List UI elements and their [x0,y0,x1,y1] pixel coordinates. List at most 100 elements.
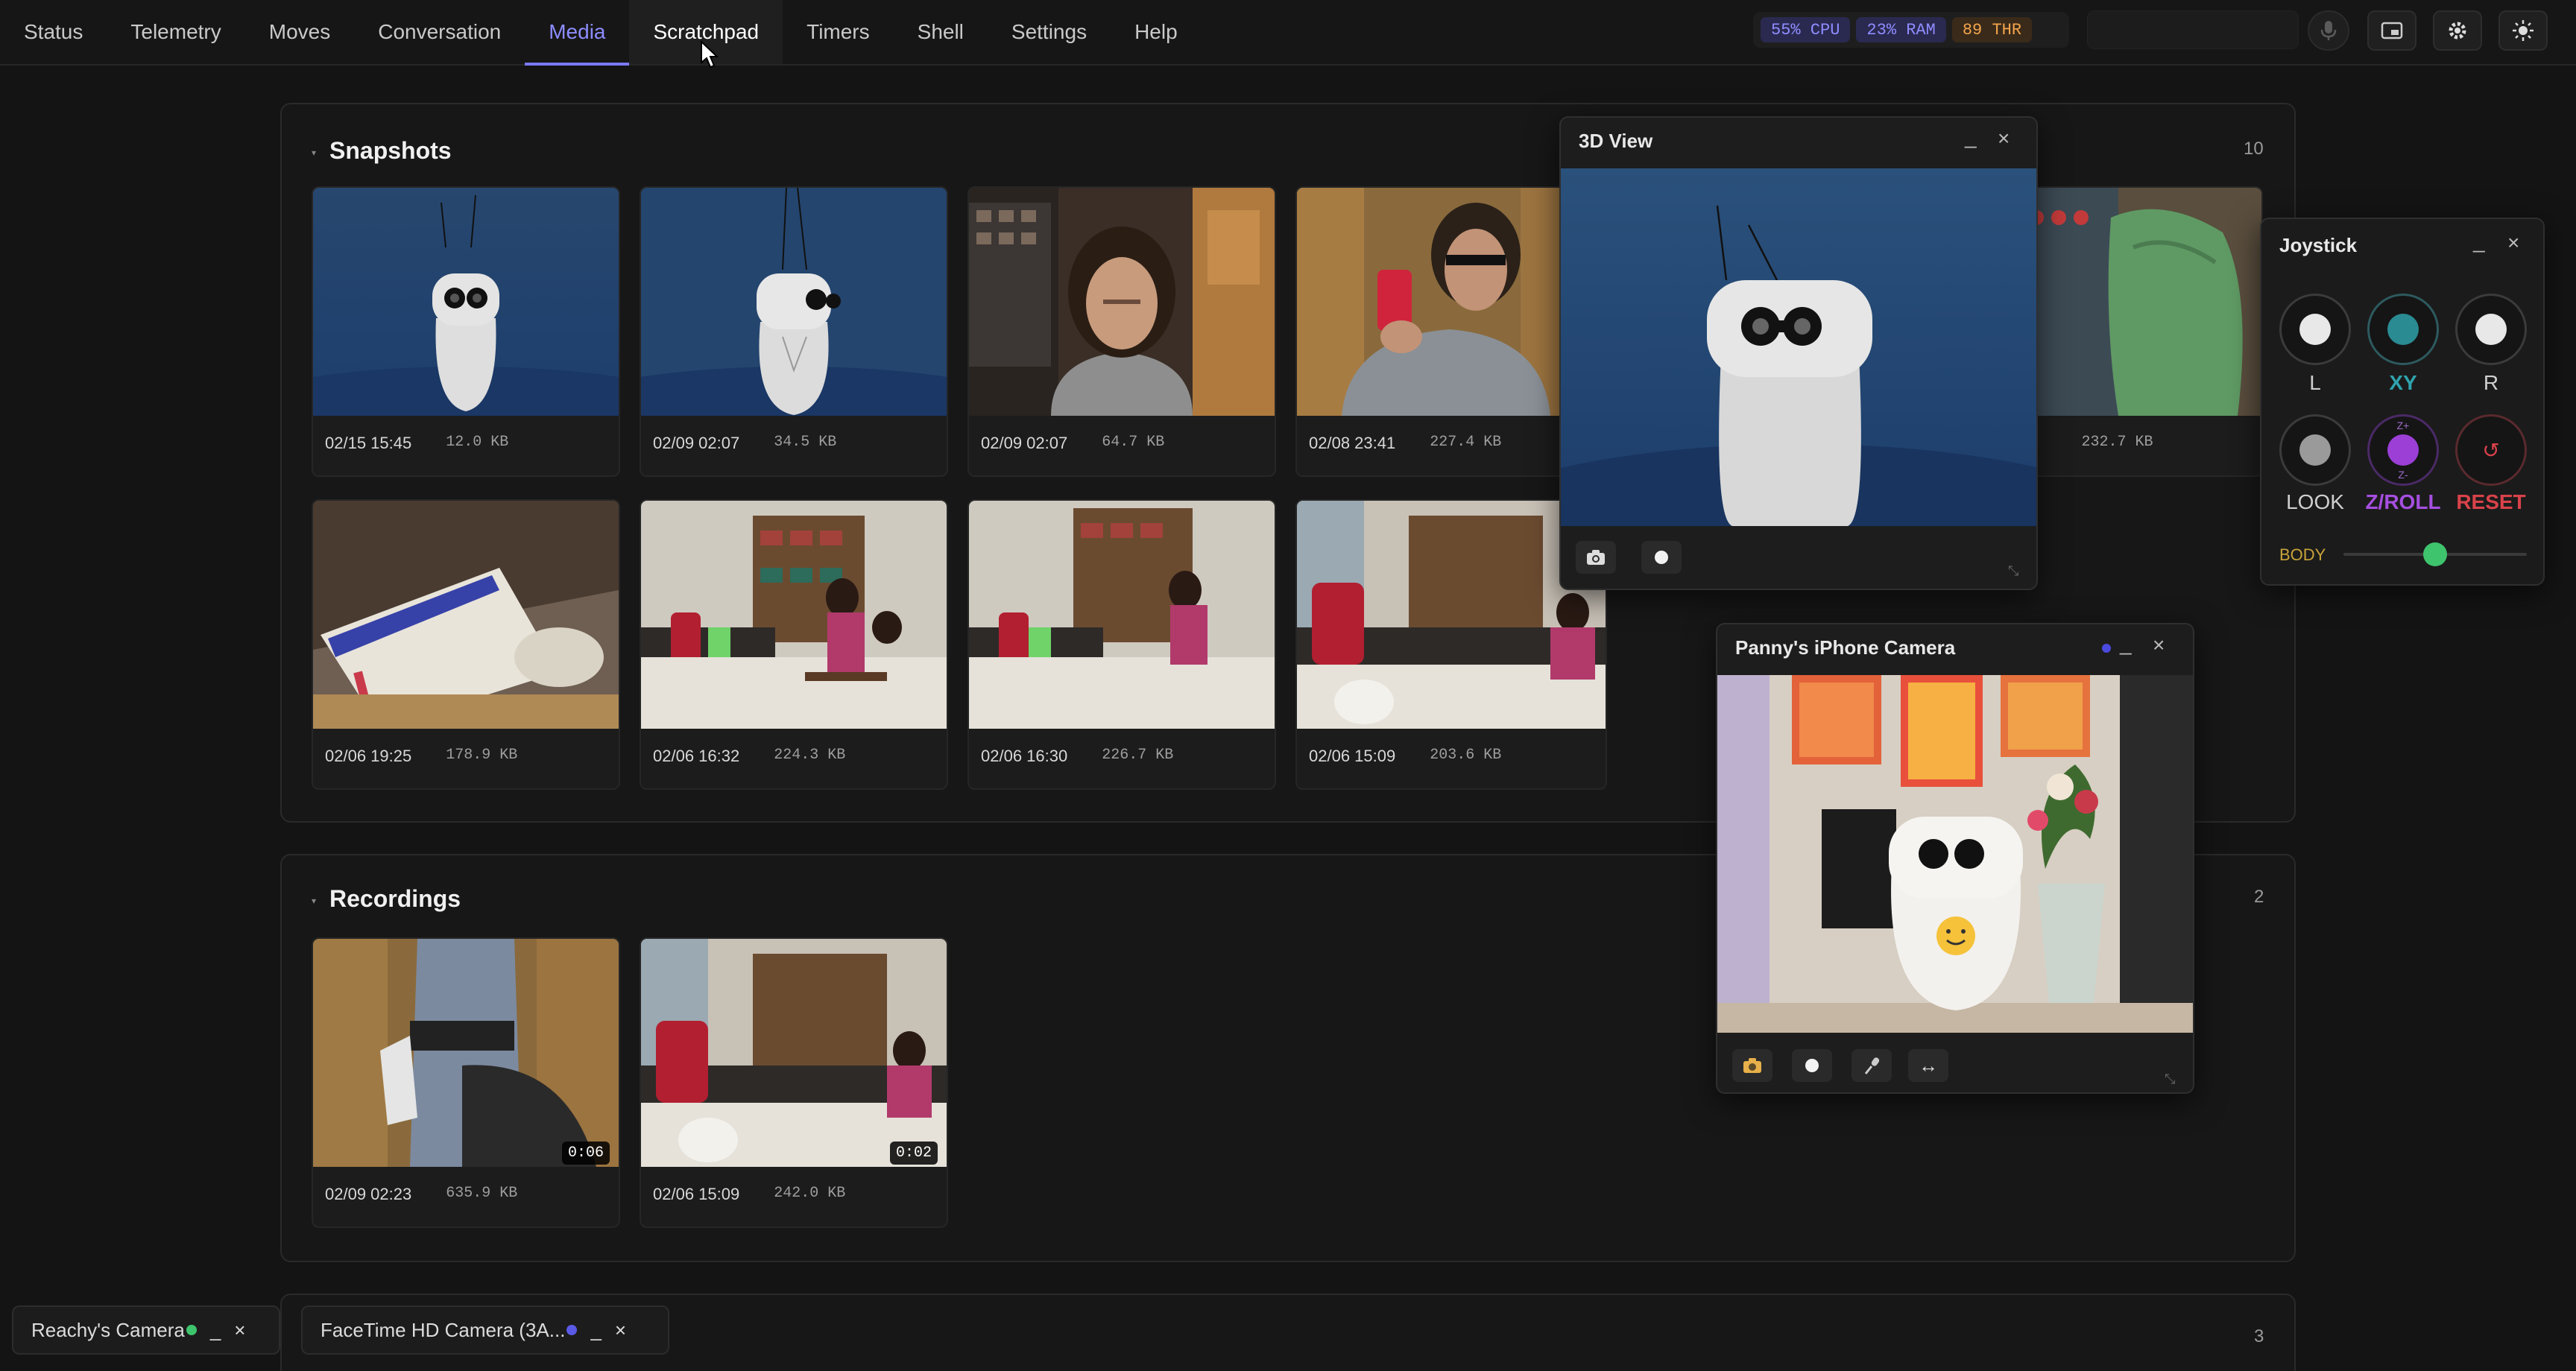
tray-window-label: FaceTime HD Camera (3A... [321,1318,566,1341]
close-button[interactable]: × [2507,231,2519,255]
recording-video-thumbnail [641,939,947,1167]
picture-in-picture-button[interactable] [2367,10,2416,51]
minimized-window-reachys-camera[interactable]: Reachy's Camera _ × [12,1305,280,1355]
close-button[interactable]: × [234,1319,245,1342]
minimize-button[interactable]: _ [2473,229,2485,253]
sun-icon [2513,20,2534,41]
snapshot-card[interactable]: 02/06 16:32 224.3 KB [640,499,948,790]
tab-moves[interactable]: Moves [245,0,354,64]
xy-joystick-label: XY [2389,371,2417,394]
snapshot-meta: 42232.7 KB [2018,434,2153,452]
tab-media[interactable]: Media [525,0,630,66]
tab-timers[interactable]: Timers [783,0,894,64]
tab-conversation[interactable]: Conversation [354,0,525,64]
close-button[interactable]: × [615,1319,626,1342]
recording-meta: 02/09 02:23 635.9 KB [325,1185,518,1203]
system-stats: 55% CPU 23% RAM 89 THR [1753,12,2069,48]
snapshot-card[interactable]: 02/08 23:41 227.4 KB [1295,186,1604,477]
recordings-title: Recordings [329,885,461,912]
recordings-count: 2 [2254,887,2264,907]
snapshot-card[interactable]: 02/06 16:30 226.7 KB [967,499,1276,790]
tab-help[interactable]: Help [1111,0,1202,64]
ram-badge: 23% RAM [1856,17,1946,42]
tab-status[interactable]: Status [0,0,107,64]
search-input[interactable] [2087,10,2299,49]
body-slider-track[interactable] [2343,542,2527,566]
reset-button[interactable]: ↺ [2455,414,2527,486]
iphone-camera-feed[interactable] [1717,675,2193,1033]
snapshot-card[interactable]: 42232.7 KB [2005,186,2263,477]
restore-button[interactable]: _ [590,1319,601,1342]
resize-handle-icon[interactable]: ⤡ [2165,1071,2175,1087]
recording-duration: 0:06 [561,1142,610,1165]
camera-icon [1743,1058,1761,1073]
look-joystick[interactable] [2279,414,2351,486]
minimized-window-facetime-camera[interactable]: FaceTime HD Camera (3A... _ × [301,1305,669,1355]
right-joystick[interactable] [2455,294,2527,365]
tab-telemetry[interactable]: Telemetry [107,0,244,64]
record-button[interactable] [1641,541,1682,574]
zroll-joystick[interactable]: Z+ Z- [2367,414,2439,486]
snapshot-button[interactable] [1732,1049,1772,1082]
knob-icon [2299,314,2331,345]
knob-icon [2299,434,2331,466]
live-indicator-icon [566,1325,578,1335]
thr-badge: 89 THR [1951,17,2033,42]
snapshot-meta: 02/08 23:41 227.4 KB [1309,434,1502,452]
mirror-button[interactable]: ↔ [1908,1049,1948,1082]
close-button[interactable]: × [2153,633,2165,657]
knob-icon [2475,314,2507,345]
knob-icon [2387,434,2419,466]
recording-meta: 02/06 15:09 242.0 KB [653,1185,846,1203]
microphone-button[interactable] [1852,1049,1892,1082]
recording-video-thumbnail [313,939,619,1167]
iphone-camera-title: Panny's iPhone Camera [1735,636,1956,659]
xy-joystick[interactable] [2367,294,2439,365]
snapshot-meta: 02/06 19:25 178.9 KB [325,747,518,765]
capture-snapshot-button[interactable] [1576,541,1616,574]
gear-icon [2449,22,2466,39]
record-dot-icon [1655,551,1668,564]
3d-view-window: 3D View _ × ⤡ [1559,116,2038,590]
joystick-panel: Joystick _ × L XY R Z+ Z- ↺ LOOK Z/ROLL … [2260,218,2545,586]
tab-shell[interactable]: Shell [894,0,988,64]
snapshot-meta: 02/06 15:09 203.6 KB [1309,747,1502,765]
settings-button[interactable] [2433,10,2482,51]
body-label: BODY [2279,545,2326,564]
body-slider-thumb[interactable] [2423,542,2447,566]
third-section-count: 3 [2254,1326,2264,1346]
minimize-button[interactable]: _ [2120,632,2132,656]
snapshot-card[interactable]: 02/15 15:45 12.0 KB [312,186,620,477]
right-joystick-label: R [2483,371,2499,394]
restore-button[interactable]: _ [210,1319,221,1342]
microphone-icon [1864,1057,1880,1074]
snapshot-card[interactable]: 02/09 02:07 34.5 KB [640,186,948,477]
collapse-caret-icon[interactable]: ▾ [312,896,316,906]
close-button[interactable]: × [1998,127,2010,151]
record-button[interactable] [1792,1049,1832,1082]
reset-label: RESET [2456,490,2526,513]
tab-settings[interactable]: Settings [988,0,1111,64]
live-indicator-icon [2102,644,2111,653]
snapshots-count: 10 [2244,139,2264,159]
microphone-button[interactable] [2308,10,2349,51]
resize-handle-icon[interactable]: ⤡ [2008,563,2018,579]
snapshot-card[interactable]: 02/09 02:07 64.7 KB [967,186,1276,477]
left-joystick[interactable] [2279,294,2351,365]
recording-card[interactable]: 0:02 02/06 15:09 242.0 KB [640,937,948,1228]
live-indicator-icon [186,1325,197,1335]
snapshot-meta: 02/06 16:30 226.7 KB [981,747,1174,765]
recording-card[interactable]: 0:06 02/09 02:23 635.9 KB [312,937,620,1228]
snapshot-card[interactable]: 02/06 19:25 178.9 KB [312,499,620,790]
knob-icon [2387,314,2419,345]
snapshots-title: Snapshots [329,137,452,164]
snapshot-image [313,188,619,416]
snapshot-image [641,501,947,729]
camera-icon [1587,550,1605,565]
3d-view-canvas[interactable] [1561,168,2036,589]
snapshot-image [641,188,947,416]
z-plus-label: Z+ [2396,419,2410,431]
theme-toggle-button[interactable] [2498,10,2548,51]
minimize-button[interactable]: _ [1965,125,1977,149]
collapse-caret-icon[interactable]: ▾ [312,148,316,158]
